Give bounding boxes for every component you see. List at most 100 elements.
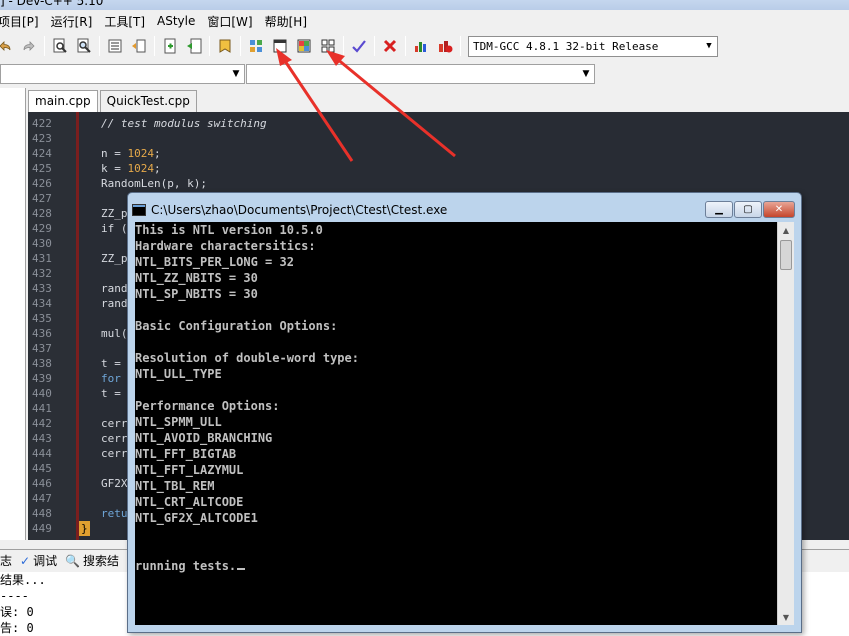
- project-panel: [0, 88, 26, 540]
- console-output[interactable]: This is NTL version 10.5.0 Hardware chara…: [135, 222, 777, 625]
- maximize-button[interactable]: ▢: [734, 201, 762, 218]
- chart-icon[interactable]: [410, 35, 432, 57]
- menu-tools[interactable]: 工具[T]: [98, 13, 151, 30]
- chevron-down-icon[interactable]: ▼: [701, 37, 717, 56]
- close-button[interactable]: ✕: [763, 201, 795, 218]
- console-line-text: NTL_ULL_TYPE: [135, 367, 222, 381]
- check-icon: ✓: [20, 553, 31, 568]
- code-text: k = 1024;: [101, 161, 161, 176]
- line-number: 433: [32, 282, 52, 295]
- code-text: ZZ_p: [101, 207, 128, 220]
- compiler-select[interactable]: TDM-GCC 4.8.1 32-bit Release ▼: [468, 35, 718, 57]
- console-titlebar[interactable]: C:\Users\zhao\Documents\Project\Ctest\Ct…: [132, 200, 447, 220]
- console-line: Basic Configuration Options:: [135, 318, 777, 334]
- find-icon[interactable]: [49, 35, 71, 57]
- tab-main-cpp[interactable]: main.cpp: [28, 90, 98, 113]
- console-window[interactable]: C:\Users\zhao\Documents\Project\Ctest\Ct…: [127, 192, 802, 633]
- layout-grid-icon[interactable]: [245, 35, 267, 57]
- code-text: if (: [101, 222, 128, 235]
- tab-quicktest-cpp[interactable]: QuickTest.cpp: [99, 90, 197, 112]
- line-number: 445: [32, 462, 52, 475]
- console-line: NTL_FFT_BIGTAB: [135, 446, 777, 462]
- member-combo[interactable]: ▼: [246, 64, 595, 84]
- code-text: cerr: [101, 432, 128, 445]
- console-line-text: NTL_FFT_BIGTAB: [135, 447, 237, 461]
- code-text: RandomLen(p, k);: [101, 177, 207, 190]
- console-line-text: NTL_BITS_PER_LONG = 32: [135, 255, 294, 269]
- console-line: This is NTL version 10.5.0: [135, 222, 777, 238]
- add-file-icon[interactable]: [159, 35, 181, 57]
- line-number: 434: [32, 297, 52, 310]
- console-line-text: Basic Configuration Options:: [135, 319, 338, 333]
- tile-icon[interactable]: [317, 35, 339, 57]
- toolbar-separator: [209, 36, 210, 56]
- window-icon[interactable]: [269, 35, 291, 57]
- tab-search[interactable]: 🔍 搜索结: [61, 552, 123, 569]
- toolbar-separator: [154, 36, 155, 56]
- line-number: 427: [32, 192, 52, 205]
- code-text: rand: [101, 297, 128, 310]
- code-token: k =: [101, 162, 128, 175]
- code-line: 424 n = 1024;: [28, 146, 849, 161]
- scroll-down-icon[interactable]: ▼: [778, 609, 794, 625]
- console-title: C:\Users\zhao\Documents\Project\Ctest\Ct…: [151, 203, 448, 217]
- tab-log-label: 志: [0, 554, 13, 568]
- minimize-button[interactable]: ▁: [705, 201, 733, 218]
- console-line-text: NTL_SP_NBITS = 30: [135, 287, 258, 301]
- console-scrollbar[interactable]: ▲ ▼: [777, 222, 794, 625]
- replace-icon[interactable]: [73, 35, 95, 57]
- menu-window[interactable]: 窗口[W]: [201, 13, 258, 30]
- chevron-down-icon[interactable]: ▼: [228, 65, 244, 83]
- code-text: mul(: [101, 327, 128, 340]
- console-line: NTL_CRT_ALTCODE: [135, 494, 777, 510]
- line-number: 432: [32, 267, 52, 280]
- tab-debug[interactable]: ✓ 调试: [16, 552, 61, 569]
- line-number: 443: [32, 432, 52, 445]
- code-text: n = 1024;: [101, 146, 161, 161]
- chart-alert-icon[interactable]: [434, 35, 456, 57]
- menu-astyle[interactable]: AStyle: [151, 14, 201, 28]
- check-icon[interactable]: [348, 35, 370, 57]
- tab-log[interactable]: 志: [0, 552, 16, 569]
- color-grid-icon[interactable]: [293, 35, 315, 57]
- line-number: 437: [32, 342, 52, 355]
- remove-file-icon[interactable]: [183, 35, 205, 57]
- undo-icon[interactable]: [0, 35, 16, 57]
- console-line: NTL_SP_NBITS = 30: [135, 286, 777, 302]
- chevron-down-icon[interactable]: ▼: [578, 65, 594, 83]
- console-line-text: NTL_GF2X_ALTCODE1: [135, 511, 258, 525]
- code-text: cerr: [101, 447, 128, 460]
- bookmark-icon[interactable]: [214, 35, 236, 57]
- menu-project[interactable]: 项目[P]: [0, 13, 45, 30]
- line-number: 428: [32, 207, 52, 220]
- toolbar-separator: [460, 36, 461, 56]
- code-number: 1024: [127, 147, 155, 160]
- tab-debug-label: 调试: [33, 554, 58, 568]
- redo-icon[interactable]: [18, 35, 40, 57]
- line-number: 447: [32, 492, 52, 505]
- code-line: 422 // test modulus switching: [28, 116, 849, 131]
- code-number: 1024: [127, 162, 155, 175]
- class-combo[interactable]: ▼: [0, 64, 245, 84]
- line-number: 446: [32, 477, 52, 490]
- window-title: ] - Dev-C++ 5.10: [0, 0, 104, 8]
- line-number: 436: [32, 327, 52, 340]
- title-bar: ] - Dev-C++ 5.10: [0, 0, 849, 10]
- console-line-text: NTL_CRT_ALTCODE: [135, 495, 244, 509]
- console-line: Performance Options:: [135, 398, 777, 414]
- tab-search-label: 搜索结: [83, 554, 120, 568]
- code-text: rand: [101, 282, 128, 295]
- unindent-icon[interactable]: [128, 35, 150, 57]
- console-line-text: NTL_FFT_LAZYMUL: [135, 463, 244, 477]
- delete-icon[interactable]: [379, 35, 401, 57]
- menu-help[interactable]: 帮助[H]: [259, 13, 313, 30]
- scroll-up-icon[interactable]: ▲: [778, 222, 794, 238]
- scroll-thumb[interactable]: [780, 240, 792, 270]
- menu-run[interactable]: 运行[R]: [45, 13, 99, 30]
- indent-icon[interactable]: [104, 35, 126, 57]
- code-text: retu: [101, 507, 128, 520]
- code-text: GF2X: [101, 477, 128, 490]
- console-line-text: NTL_AVOID_BRANCHING: [135, 431, 273, 445]
